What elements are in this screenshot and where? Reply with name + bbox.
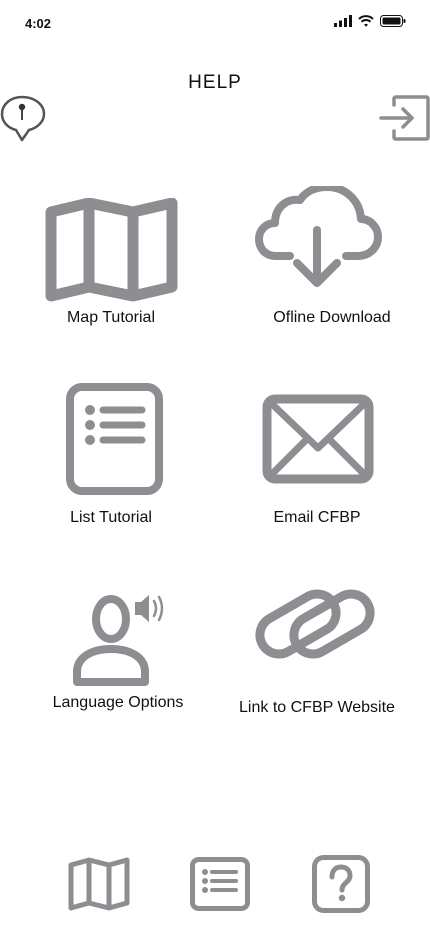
location-button[interactable] [0, 95, 46, 143]
speaking-person-icon [73, 595, 164, 686]
tile-label-email-cfbp: Email CFBP [273, 509, 361, 526]
tab-list[interactable] [190, 857, 250, 911]
login-button[interactable] [378, 95, 430, 141]
tile-label-list-tutorial: List Tutorial [70, 509, 152, 526]
link-icon [255, 589, 375, 659]
tab-map[interactable] [67, 857, 131, 911]
sign-in-icon [379, 95, 430, 141]
list-icon [66, 383, 163, 495]
status-icons [334, 15, 406, 27]
map-pin-icon [0, 95, 46, 142]
mail-icon [262, 394, 374, 484]
map-icon [68, 857, 130, 911]
signal-icon [334, 15, 352, 27]
cloud-download-icon [255, 186, 382, 287]
page-title: HELP [188, 72, 242, 93]
map-icon [45, 198, 178, 302]
status-time: 4:02 [25, 16, 52, 31]
tile-label-link-cfbp-website: Link to CFBP Website [239, 699, 395, 716]
battery-icon [380, 15, 406, 27]
help-icon [312, 855, 370, 913]
tab-help[interactable] [312, 855, 370, 913]
status-bar: 4:02 [0, 0, 430, 44]
tile-label-offline-download: Ofline Download [273, 309, 391, 326]
tile-label-language-options: Language Options [52, 694, 184, 711]
list-icon [190, 857, 250, 911]
tile-label-map-tutorial: Map Tutorial [66, 309, 156, 326]
wifi-icon [358, 15, 374, 27]
